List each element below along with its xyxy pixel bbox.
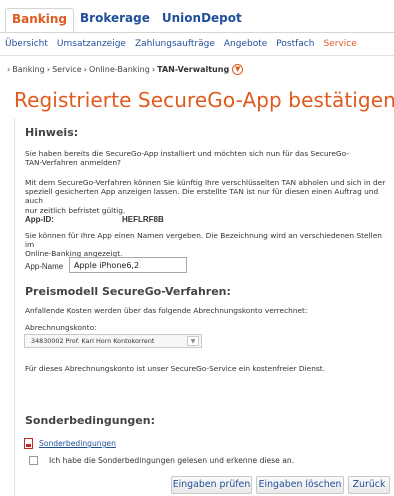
account-label: Abrechnungskonto:: [25, 323, 97, 332]
subnav-postfach[interactable]: Postfach: [276, 39, 314, 49]
hinweis-p1-line2: TAN-Verfahren anmelden?: [25, 158, 121, 168]
preismodell-heading: Preismodell SecureGo-Verfahren:: [25, 285, 231, 298]
subnav-uebersicht[interactable]: Übersicht: [5, 39, 48, 49]
hinweis-paragraph-2: Mit dem SecureGo-Verfahren können Sie kü…: [25, 178, 387, 215]
sonder-heading: Sonderbedingungen:: [25, 414, 155, 427]
pdf-icon: [24, 438, 33, 449]
clear-input-button[interactable]: Eingaben löschen: [256, 476, 344, 494]
preismodell-info: Für dieses Abrechnungskonto ist unser Se…: [25, 364, 325, 373]
subnav-angebote[interactable]: Angebote: [224, 39, 267, 49]
top-tabs: Banking Brokerage UnionDepot: [5, 8, 248, 32]
breadcrumb-chevron-icon: ›: [151, 64, 156, 74]
breadcrumb-chevron-icon: ›: [7, 64, 11, 74]
tab-brokerage[interactable]: Brokerage: [74, 8, 156, 32]
check-input-button[interactable]: Eingaben prüfen: [171, 476, 252, 494]
hinweis-heading: Hinweis:: [25, 126, 79, 139]
hinweis-p2-line3: nur zeitlich befristet gültig.: [25, 205, 126, 215]
breadcrumb-banking[interactable]: Banking: [12, 65, 44, 74]
sub-navigation: Übersicht Umsatzanzeige Zahlungsaufträge…: [0, 32, 394, 56]
preismodell-intro: Anfallende Kosten werden über das folgen…: [25, 306, 308, 315]
subnav-service[interactable]: Service: [323, 39, 356, 49]
hinweis-paragraph-3: Sie können für Ihre App einen Namen verg…: [25, 231, 387, 259]
accept-checkbox-label: Ich habe die Sonderbedingungen gelesen u…: [49, 456, 295, 465]
hinweis-p2-line1: Mit dem SecureGo-Verfahren können Sie kü…: [25, 178, 386, 187]
app-name-input[interactable]: [69, 257, 187, 273]
hinweis-p1-line1: Sie haben bereits die SecureGo-App insta…: [25, 149, 349, 158]
tab-uniondepot[interactable]: UnionDepot: [156, 8, 248, 32]
hinweis-p2-line2: speziell gesicherten App anzeigen lassen…: [25, 187, 379, 206]
page-title: Registrierte SecureGo-App bestätigen: [14, 88, 394, 112]
breadcrumb-current: TAN-Verwaltung: [157, 64, 230, 74]
app-name-label: App-Name: [25, 262, 64, 271]
subnav-zahlungsauftraege[interactable]: Zahlungsaufträge: [135, 39, 215, 49]
app-id-label: App-ID:: [25, 215, 54, 224]
account-select-value: 34830002 Prof. Karl Horn Kontokorrent: [31, 337, 155, 345]
breadcrumb: › Banking › Service › Online-Banking › T…: [5, 62, 244, 76]
breadcrumb-online-banking[interactable]: Online-Banking: [89, 65, 150, 74]
tab-banking[interactable]: Banking: [5, 8, 75, 32]
subnav-umsatzanzeige[interactable]: Umsatzanzeige: [57, 39, 126, 49]
breadcrumb-chevron-icon: ›: [46, 64, 51, 74]
breadcrumb-service[interactable]: Service: [52, 65, 82, 74]
app-id-value: HEFLRF8B: [122, 215, 164, 224]
hinweis-paragraph-1: Sie haben bereits die SecureGo-App insta…: [25, 149, 387, 167]
breadcrumb-chevron-icon: ›: [83, 64, 87, 74]
sonderbedingungen-link[interactable]: Sonderbedingungen: [39, 439, 116, 448]
chevron-down-icon[interactable]: ▼: [232, 63, 244, 75]
accept-checkbox[interactable]: [29, 456, 38, 465]
account-select[interactable]: 34830002 Prof. Karl Horn Kontokorrent ▼: [24, 334, 202, 348]
hinweis-p3-line1: Sie können für Ihre App einen Namen verg…: [25, 231, 382, 250]
top-navigation: Banking Brokerage UnionDepot Übersicht U…: [0, 0, 394, 56]
back-button[interactable]: Zurück: [348, 476, 390, 494]
chevron-down-icon[interactable]: ▼: [187, 336, 199, 346]
